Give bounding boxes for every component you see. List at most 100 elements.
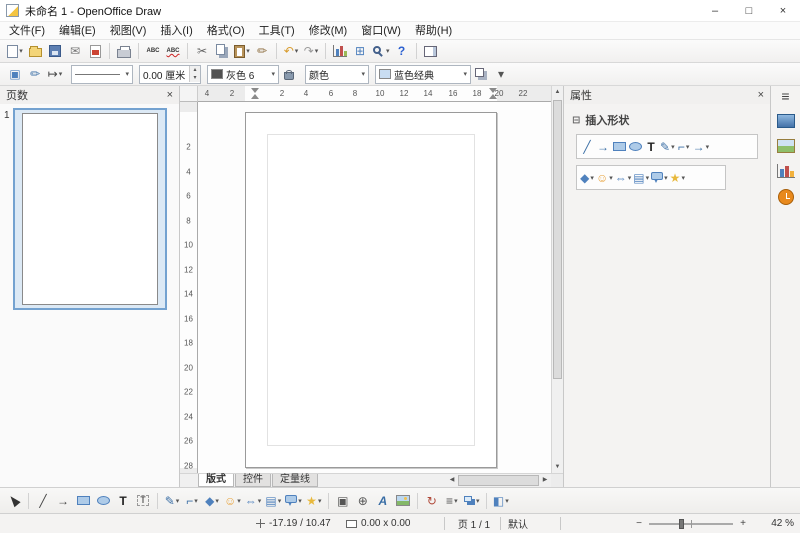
autospellcheck-button[interactable]: ABC [164,41,182,61]
symbol-shapes-tool[interactable]: ☺▾ [595,168,614,188]
dropdown-arrow-icon[interactable]: ▾ [19,47,23,55]
cut-button[interactable]: ✂ [193,41,211,61]
menu-modify[interactable]: 修改(M) [302,22,355,40]
spin-down-icon[interactable]: ▾ [190,74,200,82]
dropdown-arrow-icon[interactable]: ▾ [454,497,458,505]
block-arrows-tool[interactable]: ⇔▾ [244,491,263,511]
insert-text-tool[interactable]: T [643,137,659,157]
symbol-shapes-tool[interactable]: ☺▾ [223,491,242,511]
menu-view[interactable]: 视图(V) [103,22,154,40]
menu-file[interactable]: 文件(F) [2,22,52,40]
close-button[interactable]: × [766,0,800,22]
sidebar-tab-navigator[interactable] [777,164,795,178]
vertical-text-tool[interactable]: T [134,491,152,511]
horizontal-scrollbar-thumb[interactable] [458,475,539,486]
close-icon[interactable]: × [758,89,764,101]
edit-points-button[interactable]: ▣ [334,491,352,511]
toolbar-options-button[interactable]: ▾ [492,64,510,84]
menu-window[interactable]: 窗口(W) [354,22,408,40]
dropdown-arrow-icon[interactable]: ▾ [686,143,690,151]
dropdown-arrow-icon[interactable]: ▾ [681,174,685,182]
arrange-button[interactable]: ▾ [463,491,481,511]
area-color-select[interactable]: 蓝色经典 ▾ [375,65,471,84]
email-button[interactable]: ✉ [66,41,84,61]
new-document-button[interactable]: ▾ [6,41,24,61]
flowchart-tool[interactable]: ▤▾ [264,491,282,511]
dropdown-arrow-icon[interactable]: ▾ [315,47,319,55]
dropdown-arrow-icon[interactable]: ▾ [706,143,710,151]
help-button[interactable]: ? [393,41,411,61]
dropdown-arrow-icon[interactable]: ▾ [59,70,63,78]
dropdown-arrow-icon[interactable]: ▾ [278,497,282,505]
dropdown-arrow-icon[interactable]: ▾ [246,47,250,55]
alignment-button[interactable]: ≡▾ [443,491,461,511]
close-icon[interactable]: × [167,89,173,101]
tab-layout[interactable]: 版式 [198,474,234,487]
menu-format[interactable]: 格式(O) [200,22,252,40]
dropdown-arrow-icon[interactable]: ▾ [215,497,219,505]
rectangle-tool[interactable] [74,491,92,511]
dropdown-arrow-icon[interactable]: ▾ [590,174,594,182]
dropdown-arrow-icon[interactable]: ▾ [358,70,365,78]
print-button[interactable] [115,41,133,61]
dropdown-arrow-icon[interactable]: ▾ [258,497,262,505]
dropdown-arrow-icon[interactable]: ▾ [505,497,509,505]
curve-tool[interactable]: ✎▾ [163,491,181,511]
collapse-icon[interactable]: ⊟ [572,115,580,126]
open-button[interactable] [26,41,44,61]
shadow-button[interactable] [472,64,490,84]
scroll-left-button[interactable]: ◀ [446,474,458,487]
connector-tool[interactable]: ⌐▾ [183,491,201,511]
vertical-ruler[interactable]: 246810121416182022242628 [180,102,198,473]
callouts-tool[interactable]: ▾ [284,491,303,511]
line-width-value[interactable]: 0.00 厘米 [140,67,189,82]
sidebar-menu-icon[interactable]: ≡ [781,89,789,103]
insert-line-tool[interactable]: ╱ [579,137,595,157]
zoom-level[interactable]: 42 % [754,514,794,533]
dropdown-arrow-icon[interactable]: ▾ [298,497,302,505]
insert-connector-tool[interactable]: ⌐▾ [676,137,692,157]
dropdown-arrow-icon[interactable]: ▾ [609,174,613,182]
redo-button[interactable]: ↷▾ [302,41,320,61]
text-tool[interactable]: T [114,491,132,511]
dropdown-arrow-icon[interactable]: ▾ [628,174,632,182]
dropdown-arrow-icon[interactable]: ▾ [318,497,322,505]
area-fill-button[interactable] [280,64,298,84]
save-button[interactable] [46,41,64,61]
insert-picture-button[interactable] [394,491,412,511]
zoom-slider-thumb[interactable] [679,519,684,529]
line-button[interactable]: ✏ [26,64,44,84]
dropdown-arrow-icon[interactable]: ▾ [671,143,675,151]
spin-up-icon[interactable]: ▴ [190,66,200,74]
drawing-canvas[interactable] [198,102,551,473]
flowchart-tool[interactable]: ▤▾ [632,168,650,188]
paste-button[interactable]: ▾ [233,41,251,61]
dropdown-arrow-icon[interactable]: ▾ [386,47,390,55]
insert-arrow-tool[interactable]: → [595,137,611,157]
edit-points-button[interactable]: ▣ [6,64,24,84]
horizontal-ruler[interactable]: 42246810121416182022 [198,86,551,102]
sidebar-tab-gallery[interactable] [777,139,795,153]
vertical-scrollbar-thumb[interactable] [553,100,562,379]
ellipse-tool[interactable] [94,491,112,511]
fontwork-button[interactable]: A [374,491,392,511]
line-tool[interactable]: ╱ [34,491,52,511]
insert-ellipse-tool[interactable] [627,137,643,157]
spellcheck-button[interactable]: ABC [144,41,162,61]
scroll-right-button[interactable]: ▶ [539,474,551,487]
basic-shapes-tool[interactable]: ◆▾ [203,491,221,511]
insert-shapes-section-header[interactable]: ⊟ 插入形状 [572,112,770,128]
sidebar-tab-styles[interactable] [778,189,794,205]
dropdown-arrow-icon[interactable]: ▾ [295,47,299,55]
line-color-select[interactable]: 灰色 6 ▾ [207,65,279,84]
menu-insert[interactable]: 插入(I) [153,22,199,40]
block-arrows-tool[interactable]: ⇔▾ [614,168,633,188]
sidebar-toggle-button[interactable] [422,41,440,61]
menu-tools[interactable]: 工具(T) [252,22,302,40]
dropdown-arrow-icon[interactable]: ▾ [122,70,129,78]
margin-marker-icon[interactable] [251,88,259,99]
insert-lines-arrows-tool[interactable]: →▾ [692,137,711,157]
line-width-input[interactable]: 0.00 厘米 ▴ ▾ [139,65,201,84]
horizontal-scrollbar[interactable]: ◀ ▶ [446,474,551,487]
dropdown-arrow-icon[interactable]: ▾ [460,70,467,78]
